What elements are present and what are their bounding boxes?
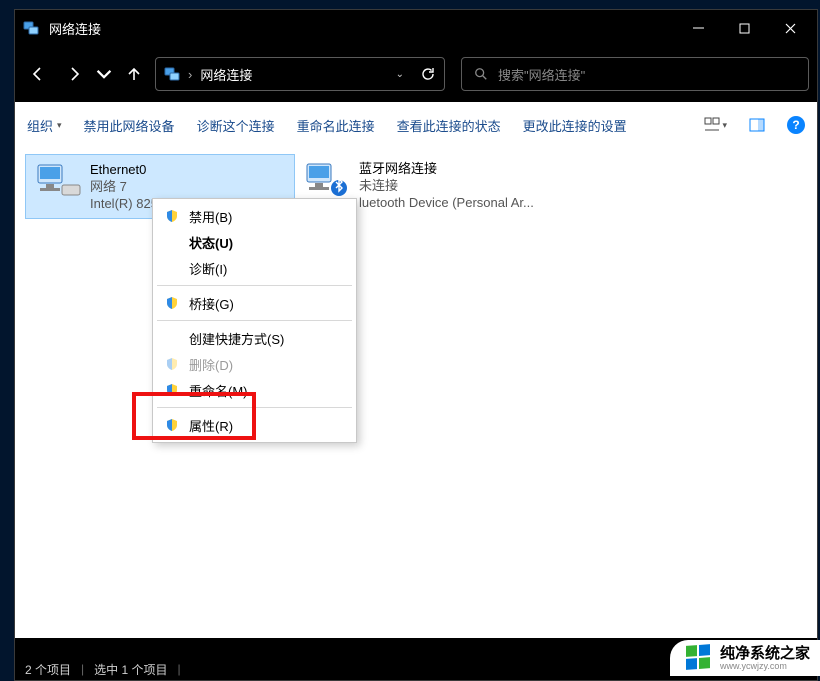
chevron-down-icon[interactable]: ⌄ <box>396 69 404 80</box>
back-button[interactable] <box>23 58 53 90</box>
item-count: 2 个项目 <box>25 661 71 678</box>
nav-toolbar: › 网络连接 ⌄ 搜索"网络连接" <box>15 46 817 102</box>
ethernet-icon <box>34 161 82 201</box>
view-status-link[interactable]: 查看此连接的状态 <box>397 116 501 135</box>
watermark-logo-icon <box>684 644 712 672</box>
preview-pane-button[interactable] <box>749 117 765 133</box>
bluetooth-icon <box>303 160 351 200</box>
item-status: 未连接 <box>359 177 534 194</box>
search-input[interactable]: 搜索"网络连接" <box>461 57 809 91</box>
watermark-url: www.ycwjzy.com <box>720 661 810 671</box>
minimize-button[interactable] <box>675 10 721 46</box>
history-dropdown[interactable] <box>95 58 113 90</box>
titlebar: 网络连接 <box>15 10 817 46</box>
item-name: 蓝牙网络连接 <box>359 160 534 177</box>
help-button[interactable]: ? <box>787 116 805 134</box>
address-bar[interactable]: › 网络连接 ⌄ <box>155 57 445 91</box>
organize-menu[interactable]: 组织▾ <box>27 116 62 135</box>
menu-status[interactable]: 状态(U) <box>155 229 354 255</box>
search-placeholder: 搜索"网络连接" <box>498 65 585 84</box>
watermark: 纯净系统之家 www.ycwjzy.com <box>670 640 820 676</box>
disable-device-link[interactable]: 禁用此网络设备 <box>84 116 175 135</box>
item-network: 网络 7 <box>90 178 158 195</box>
menu-separator <box>157 285 352 286</box>
forward-button[interactable] <box>59 58 89 90</box>
highlight-box <box>132 392 256 440</box>
menu-delete: 删除(D) <box>155 351 354 377</box>
address-separator: › <box>188 67 192 82</box>
menu-separator <box>157 320 352 321</box>
command-bar: 组织▾ 禁用此网络设备 诊断这个连接 重命名此连接 查看此连接的状态 更改此连接… <box>15 102 817 148</box>
menu-create-shortcut[interactable]: 创建快捷方式(S) <box>155 325 354 351</box>
up-button[interactable] <box>119 58 149 90</box>
content-area: Ethernet0 网络 7 Intel(R) 825 蓝牙网络连接 未 <box>15 148 817 638</box>
item-name: Ethernet0 <box>90 161 158 178</box>
item-adapter: Intel(R) 825 <box>90 195 158 212</box>
shield-icon <box>165 357 179 371</box>
item-adapter: luetooth Device (Personal Ar... <box>359 194 534 211</box>
shield-icon <box>165 296 179 310</box>
change-settings-link[interactable]: 更改此连接的设置 <box>523 116 627 135</box>
address-label: 网络连接 <box>200 65 252 84</box>
menu-disable[interactable]: 禁用(B) <box>155 203 354 229</box>
network-connections-icon <box>164 66 180 82</box>
shield-icon <box>165 209 179 223</box>
watermark-name: 纯净系统之家 <box>720 646 810 661</box>
maximize-button[interactable] <box>721 10 767 46</box>
diagnose-link[interactable]: 诊断这个连接 <box>197 116 275 135</box>
menu-diagnose[interactable]: 诊断(I) <box>155 255 354 281</box>
selection-count: 选中 1 个项目 <box>94 661 167 678</box>
refresh-button[interactable] <box>420 66 436 82</box>
rename-link[interactable]: 重命名此连接 <box>297 116 375 135</box>
view-options-button[interactable]: ▾ <box>704 117 727 133</box>
network-connections-icon <box>23 20 39 36</box>
close-button[interactable] <box>767 10 813 46</box>
menu-bridge[interactable]: 桥接(G) <box>155 290 354 316</box>
search-icon <box>474 67 488 81</box>
window-title: 网络连接 <box>49 19 675 38</box>
explorer-window: 网络连接 › 网络连接 ⌄ 搜索"网络连接" <box>14 9 818 681</box>
